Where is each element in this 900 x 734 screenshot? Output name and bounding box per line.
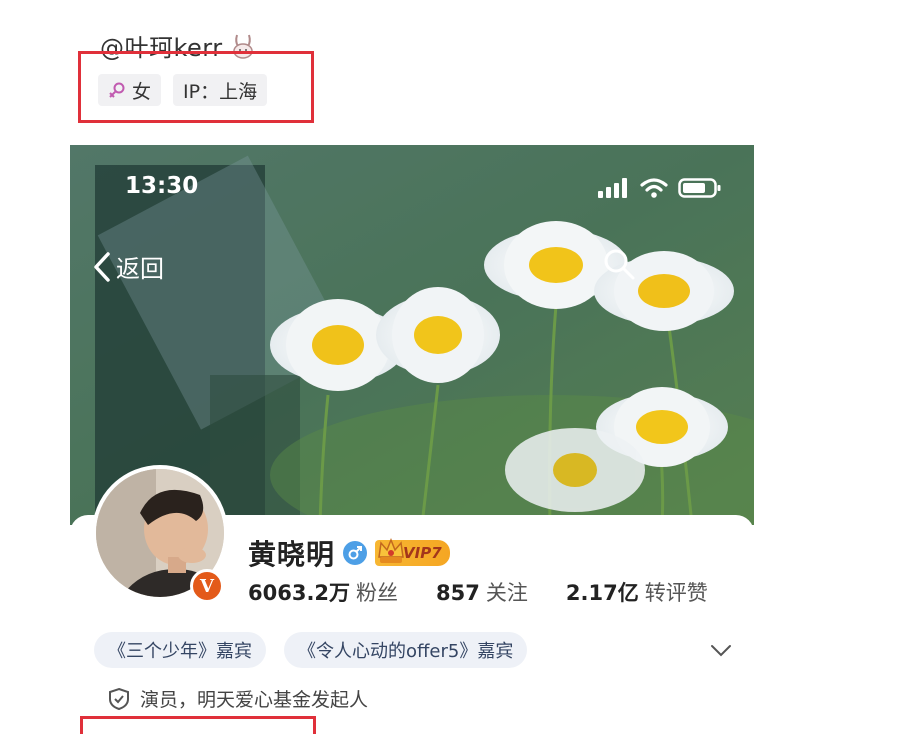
male-gender-icon [343, 541, 368, 565]
phone-screenshot: 13:30 返回 V 黄晓明 VIP7 6063.2万 粉丝 857 关注 2.… [70, 145, 754, 734]
profile-chips: 《三个少年》嘉宾 《令人心动的offer5》嘉宾 [94, 632, 528, 668]
chip-show-1[interactable]: 《三个少年》嘉宾 [94, 632, 266, 668]
profile-stats: 6063.2万 粉丝 857 关注 2.17亿 转评赞 [248, 577, 746, 607]
fans-label[interactable]: 粉丝 [356, 577, 398, 607]
back-label: 返回 [116, 255, 164, 283]
chip-show-2[interactable]: 《令人心动的offer5》嘉宾 [284, 632, 528, 668]
back-chevron-icon [94, 251, 110, 282]
expand-button[interactable] [710, 643, 732, 662]
highlight-box-top [78, 51, 314, 123]
chevron-down-icon [711, 645, 731, 657]
battery-icon [678, 178, 721, 198]
profile-bio: 演员，明天爱心基金发起人 [108, 685, 368, 712]
fans-count[interactable]: 6063.2万 [248, 577, 350, 607]
highlight-box-bottom [80, 716, 316, 734]
profile-name: 黄晓明 [248, 538, 336, 571]
following-count[interactable]: 857 [436, 581, 480, 605]
vip-label: VIP7 [403, 544, 442, 562]
following-label[interactable]: 关注 [486, 577, 528, 607]
status-bar: 13:30 [70, 173, 754, 205]
status-time: 13:30 [125, 173, 199, 199]
wifi-icon [640, 178, 668, 198]
bio-text: 演员，明天爱心基金发起人 [140, 689, 369, 711]
engagement-label: 转评赞 [644, 581, 708, 605]
vip-badge[interactable]: VIP7 [375, 537, 450, 566]
search-icon [604, 249, 635, 280]
back-button[interactable]: 返回 [92, 249, 164, 284]
crown-icon [378, 537, 404, 563]
status-icons [598, 177, 722, 199]
signal-icon [598, 178, 627, 198]
profile-name-row: 黄晓明 VIP7 [248, 533, 450, 573]
verified-badge-icon: V [190, 569, 224, 603]
search-button[interactable] [602, 247, 636, 285]
shield-icon [109, 687, 129, 710]
engagement-count: 2.17亿 [565, 581, 639, 605]
